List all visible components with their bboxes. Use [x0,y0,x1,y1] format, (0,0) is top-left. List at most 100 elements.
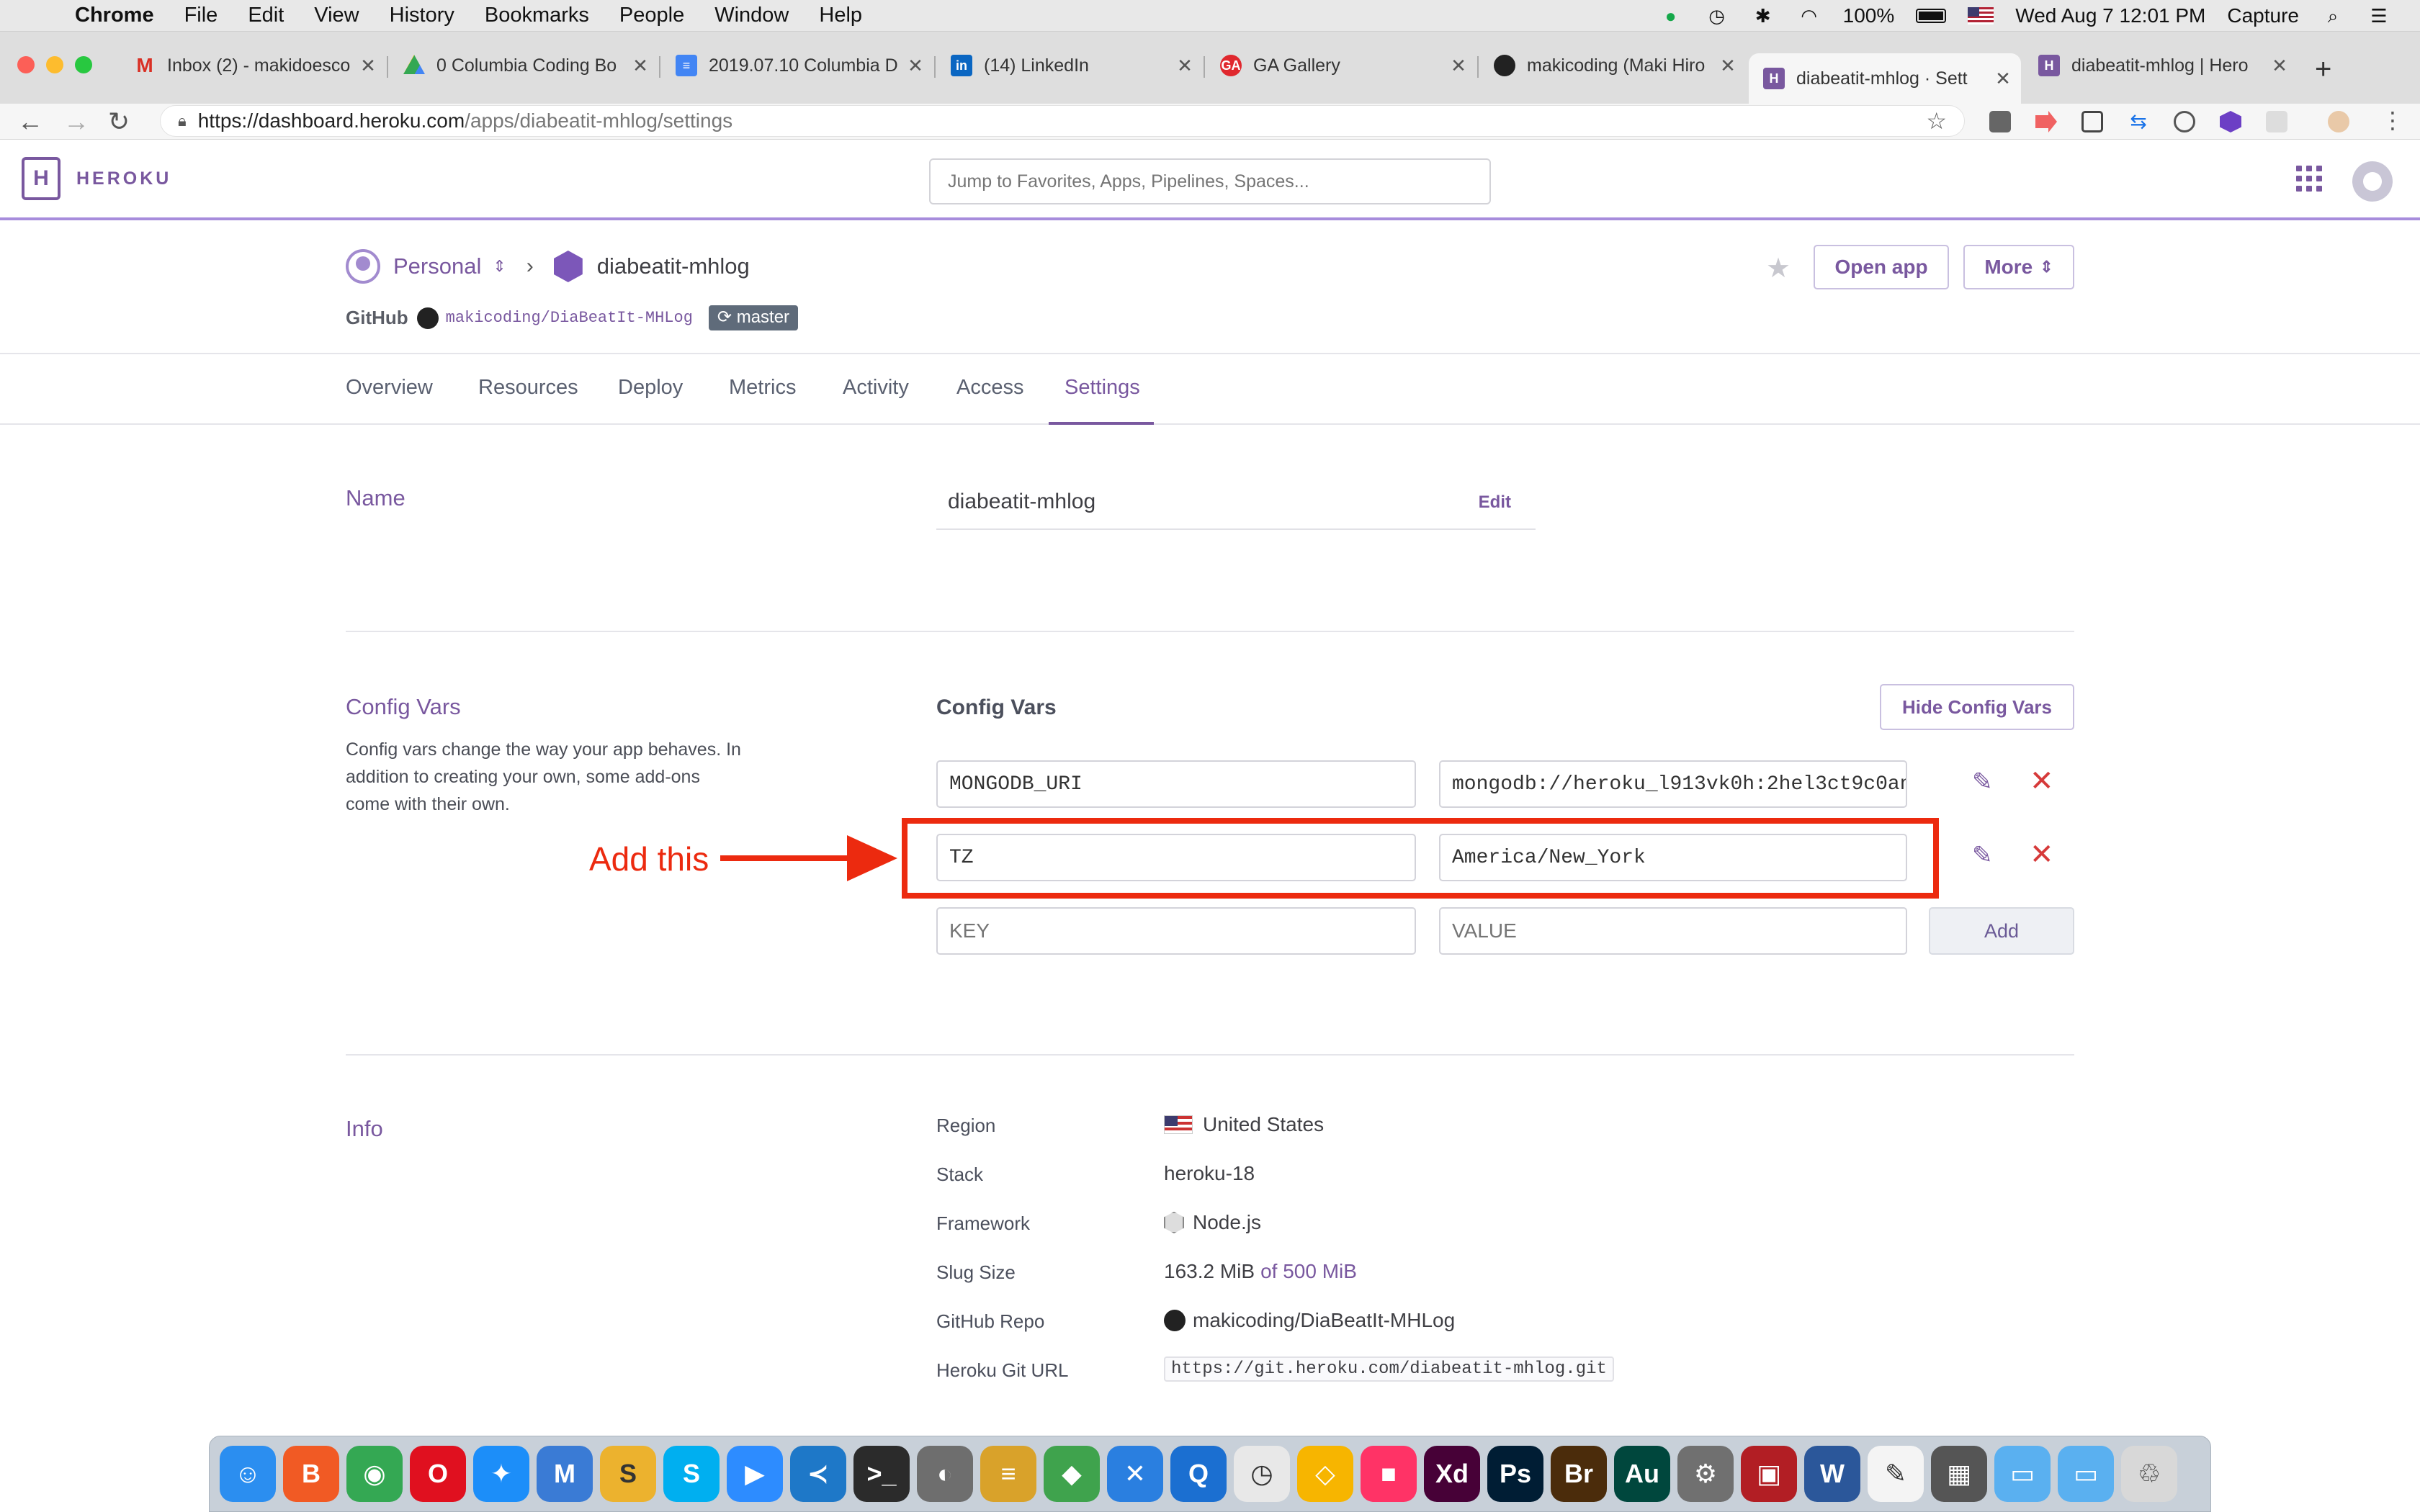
heroku-search-input[interactable] [929,158,1491,204]
bookmark-star-icon[interactable]: ☆ [1926,107,1947,135]
quicktime-icon[interactable]: Q [1170,1446,1227,1502]
downloads-icon[interactable]: ▭ [2058,1446,2114,1502]
notification-center-icon[interactable]: ☰ [2367,5,2391,27]
tab-settings[interactable]: Settings [1065,376,1140,400]
back-arrow-icon[interactable]: ← [17,107,43,137]
sketch-icon[interactable]: ◇ [1297,1446,1353,1502]
favorite-star-icon[interactable]: ★ [1766,252,1791,284]
input-source-flag-icon[interactable] [1968,7,1994,24]
trash-icon[interactable]: ♲ [2121,1446,2177,1502]
delete-x-icon[interactable]: ✕ [2030,838,2054,871]
capture-menu[interactable]: Capture [2227,4,2299,27]
tab-close-icon[interactable]: ✕ [1174,55,1196,77]
audition-icon[interactable]: Au [1614,1446,1670,1502]
chrome-menu-kebab-icon[interactable]: ⋮ [2381,107,2404,134]
xcode-icon[interactable]: ✕ [1107,1446,1163,1502]
heroku-wordmark[interactable]: HEROKU [76,168,171,189]
extension-arrow-icon[interactable] [2035,111,2057,132]
clock-icon[interactable]: ◷ [1234,1446,1290,1502]
breadcrumb-owner[interactable]: Personal [393,253,481,279]
extension-sync-icon[interactable]: ⇆ [2128,111,2149,132]
chrome-icon[interactable]: ◉ [346,1446,403,1502]
photoshop-icon[interactable]: Ps [1487,1446,1543,1502]
markdown-icon[interactable]: M [537,1446,593,1502]
tab-access[interactable]: Access [956,376,1023,400]
tab-google-docs[interactable]: ≡ 2019.07.10 Columbia D ✕ [661,45,933,86]
forward-arrow-icon[interactable]: → [63,107,89,137]
sequel-icon[interactable]: ≡ [980,1446,1036,1502]
menu-people[interactable]: People [619,4,684,27]
tab-github[interactable]: makicoding (Maki Hiro ✕ [1479,45,1746,86]
hide-config-vars-button[interactable]: Hide Config Vars [1880,684,2074,730]
breadcrumb-app-name[interactable]: diabeatit-mhlog [597,253,750,279]
heroku-logo-icon[interactable]: H [22,157,60,200]
settings-icon[interactable]: ⚙ [1677,1446,1734,1502]
tab-close-icon[interactable]: ✕ [2269,55,2290,77]
xd-icon[interactable]: Xd [1424,1446,1480,1502]
chrome-profile-avatar[interactable] [2328,111,2349,132]
menu-help[interactable]: Help [819,4,862,27]
slack-icon[interactable]: S [600,1446,656,1502]
textedit-icon[interactable]: ✎ [1868,1446,1924,1502]
word-icon[interactable]: W [1804,1446,1860,1502]
tab-google-drive[interactable]: 0 Columbia Coding Bo ✕ [389,45,658,86]
brave-icon[interactable]: B [283,1446,339,1502]
menu-app-name[interactable]: Chrome [75,4,154,27]
extension-grid-icon[interactable] [2266,111,2287,132]
edit-name-button[interactable]: Edit [1479,492,1511,513]
edit-pencil-icon[interactable]: ✎ [1972,768,1993,796]
info-value-github-repo[interactable]: makicoding/DiaBeatIt-MHLog [1164,1309,1455,1332]
menu-history[interactable]: History [390,4,454,27]
opera-icon[interactable]: O [410,1446,466,1502]
skype-icon[interactable]: S [663,1446,720,1502]
wifi-icon[interactable]: ◠ [1797,5,1821,27]
edit-pencil-icon[interactable]: ✎ [1972,841,1993,870]
window-close-button[interactable] [17,56,35,73]
add-config-var-button[interactable]: Add [1929,907,2074,955]
menu-view[interactable]: View [314,4,359,27]
tab-close-icon[interactable]: ✕ [1717,55,1739,77]
spotlight-search-icon[interactable]: ⌕ [2321,5,2345,27]
delete-x-icon[interactable]: ✕ [2030,765,2054,798]
info-value-git-url[interactable]: https://git.heroku.com/diabeatit-mhlog.g… [1164,1356,1614,1382]
tab-metrics[interactable]: Metrics [729,376,796,400]
folder-icon[interactable]: ▭ [1994,1446,2051,1502]
vscode-icon[interactable]: ≺ [790,1446,846,1502]
github-repo-link[interactable]: makicoding/DiaBeatIt-MHLog [446,309,693,327]
new-value-input[interactable] [1439,907,1907,955]
switch-account-chevron-icon[interactable]: ⇕ [493,257,506,276]
tab-resources[interactable]: Resources [478,376,578,400]
tab-activity[interactable]: Activity [843,376,909,400]
zoom-icon[interactable]: ▶ [727,1446,783,1502]
lock-icon[interactable]: 🔒︎ [178,112,187,130]
address-bar[interactable]: 🔒︎ https://dashboard.heroku.com/apps/dia… [160,105,1965,137]
tableplus-icon[interactable]: ◐ [917,1446,973,1502]
tab-close-icon[interactable]: ✕ [357,55,379,77]
finder-icon[interactable]: ☺ [220,1446,276,1502]
window-minimize-button[interactable] [46,56,63,73]
tab-heroku-app[interactable]: H diabeatit-mhlog | Hero ✕ [2024,45,2298,86]
tab-close-icon[interactable]: ✕ [1992,68,2014,90]
extension-hex-icon[interactable] [2220,111,2241,132]
open-app-button[interactable]: Open app [1814,245,1949,289]
extension-screenshot-icon[interactable] [2081,111,2103,132]
tab-close-icon[interactable]: ✕ [629,55,651,77]
invision-icon[interactable]: ■ [1361,1446,1417,1502]
window-zoom-button[interactable] [75,56,92,73]
battery-icon[interactable] [1916,9,1947,23]
extension-json-icon[interactable] [2174,111,2195,132]
apps-grid-icon[interactable] [2296,166,2322,192]
extension-qr-icon[interactable] [1989,111,2011,132]
tab-heroku-settings-active[interactable]: H diabeatit-mhlog · Sett ✕ [1749,53,2021,104]
new-tab-plus-icon[interactable]: + [2315,53,2331,86]
terminal-icon[interactable]: >_ [853,1446,910,1502]
menu-edit[interactable]: Edit [248,4,284,27]
config-value-input[interactable]: mongodb://heroku_l913vk0h:2hel3ct9c0an [1439,760,1907,808]
config-key-input[interactable]: MONGODB_URI [936,760,1416,808]
tab-ga-gallery[interactable]: GA GA Gallery ✕ [1206,45,1476,86]
reload-icon[interactable]: ↻ [108,107,130,137]
menu-file[interactable]: File [184,4,218,27]
menu-window[interactable]: Window [714,4,789,27]
menu-clock[interactable]: Wed Aug 7 12:01 PM [2015,4,2205,27]
grammarly-icon[interactable]: ● [1659,5,1683,27]
